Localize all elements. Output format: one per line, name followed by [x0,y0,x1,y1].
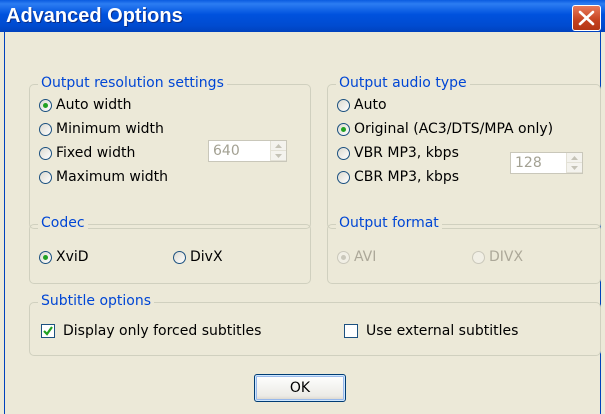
radio-button [472,250,485,264]
radio-audio-cbr[interactable]: CBR MP3, kbps [337,167,459,187]
radio-button [337,250,350,264]
external-subtitles-checkbox[interactable] [344,324,358,338]
radio-label: Original (AC3/DTS/MPA only) [354,121,554,137]
radio-button[interactable] [173,250,186,264]
stepper-down[interactable] [567,163,582,173]
radio-label: XviD [56,249,89,265]
codec-legend: Codec [38,215,88,231]
radio-button[interactable] [337,122,350,136]
format-legend: Output format [336,215,442,231]
radio-button[interactable] [39,146,52,160]
radio-auto-width[interactable]: Auto width [39,95,132,115]
subtitle-group: Subtitle options Display only forced sub… [29,293,601,356]
title-bar[interactable]: Advanced Options [0,0,605,32]
radio-button[interactable] [39,170,52,184]
close-icon [578,10,595,26]
stepper-up[interactable] [567,153,582,163]
bitrate-stepper[interactable]: 128 [510,152,583,174]
radio-button[interactable] [337,170,350,184]
close-button[interactable] [572,5,601,31]
forced-subtitles-option[interactable]: Display only forced subtitles [41,321,261,341]
radio-button[interactable] [39,98,52,112]
radio-maximum-width[interactable]: Maximum width [39,167,168,187]
forced-subtitles-checkbox[interactable] [41,324,55,338]
radio-codec-divx[interactable]: DivX [173,247,223,267]
radio-label: Maximum width [56,169,169,185]
radio-label: Minimum width [56,121,164,137]
chevron-down-icon [275,153,282,158]
radio-label: DIVX [489,249,524,265]
radio-audio-vbr[interactable]: VBR MP3, kbps [337,143,459,163]
radio-button[interactable] [39,122,52,136]
dialog-body: Output resolution settings Auto width Mi… [4,32,601,414]
radio-format-divx: DIVX [472,247,523,267]
format-group: Output format AVI DIVX [327,215,601,284]
radio-audio-original[interactable]: Original (AC3/DTS/MPA only) [337,119,553,139]
radio-format-avi: AVI [337,247,376,267]
fixed-width-stepper[interactable]: 640 [208,140,287,162]
checkbox-label: Display only forced subtitles [63,323,262,339]
codec-group: Codec XviD DivX [29,215,311,284]
radio-fixed-width[interactable]: Fixed width [39,143,135,163]
stepper-arrows[interactable] [566,153,582,173]
resolution-legend: Output resolution settings [38,75,227,91]
stepper-up[interactable] [271,141,286,151]
subtitle-legend: Subtitle options [38,293,155,309]
radio-button[interactable] [39,250,52,264]
chevron-up-icon [275,143,282,148]
chevron-up-icon [571,155,578,160]
radio-label: CBR MP3, kbps [354,169,460,185]
fixed-width-value[interactable]: 640 [209,143,270,159]
stepper-arrows[interactable] [270,141,286,161]
external-subtitles-option[interactable]: Use external subtitles [344,321,518,341]
radio-minimum-width[interactable]: Minimum width [39,119,164,139]
checkbox-label: Use external subtitles [366,323,519,339]
resolution-group: Output resolution settings Auto width Mi… [29,75,311,229]
chevron-down-icon [571,165,578,170]
radio-label: DivX [190,249,223,265]
dialog-window: Advanced Options Output resolution setti… [0,0,605,414]
radio-label: Auto [354,97,387,113]
checkmark-icon [43,326,53,336]
ok-button[interactable]: OK [254,374,346,402]
radio-label: AVI [354,249,377,265]
radio-label: Fixed width [56,145,136,161]
radio-audio-auto[interactable]: Auto [337,95,387,115]
audio-legend: Output audio type [336,75,470,91]
audio-group: Output audio type Auto Original (AC3/DTS… [327,75,601,229]
radio-label: Auto width [56,97,132,113]
window-title: Advanced Options [6,5,183,27]
stepper-down[interactable] [271,151,286,161]
radio-codec-xvid[interactable]: XviD [39,247,89,267]
radio-label: VBR MP3, kbps [354,145,459,161]
bitrate-value[interactable]: 128 [511,155,566,171]
radio-button[interactable] [337,146,350,160]
radio-button[interactable] [337,98,350,112]
